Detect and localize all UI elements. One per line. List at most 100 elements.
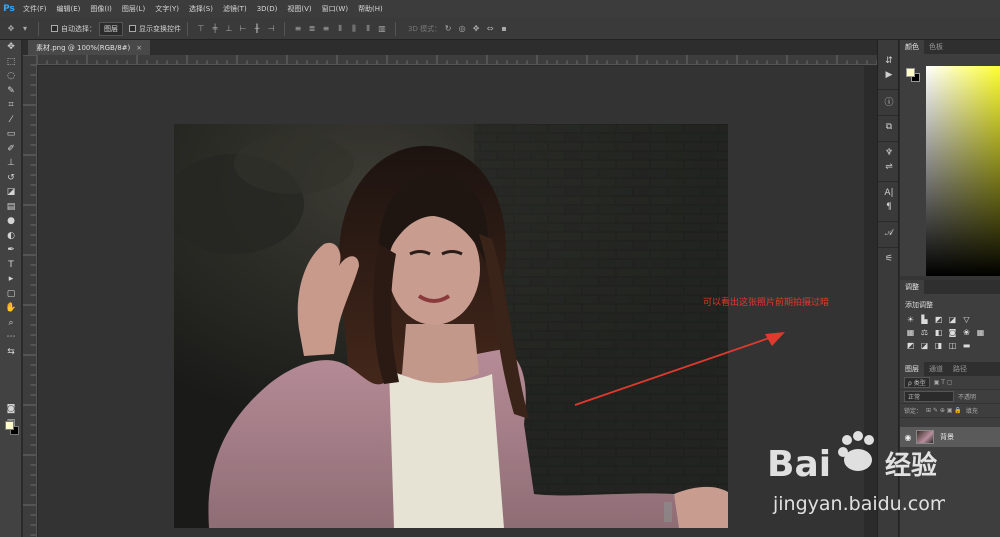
zoom-icon[interactable]: ⌕ [0,316,22,331]
menu-select[interactable]: 选择(S) [184,4,218,14]
menu-image[interactable]: 图像(I) [85,4,117,14]
quick-select-icon[interactable]: ✎ [0,84,22,99]
layer-filter-dropdown[interactable]: ρ 类型 [904,377,930,388]
threshold-icon[interactable]: ◨ [933,341,944,350]
distribute-bottom-icon[interactable]: ≡ [321,24,331,34]
rotate-3d-icon[interactable]: ↻ [443,24,453,34]
exposure-icon[interactable]: ◪ [947,315,958,324]
drag-3d-icon[interactable]: ✥ [471,24,481,34]
history-panel-icon[interactable]: ⇵ [878,54,900,68]
tab-paths[interactable]: 路径 [948,364,972,374]
roll-3d-icon[interactable]: ◎ [457,24,467,34]
clone-source-icon[interactable]: ⧉ [878,120,900,134]
crop-icon[interactable]: ⌗ [0,98,22,113]
move-tool-icon[interactable]: ✥ [6,24,16,34]
brush-presets-icon[interactable]: ♆ [878,146,900,160]
glyphs-panel-icon[interactable]: 𝒜 [878,226,900,240]
tab-color[interactable]: 颜色 [900,40,924,54]
healing-brush-icon[interactable]: ▭ [0,127,22,142]
type-icon[interactable]: T [0,258,22,273]
eye-icon[interactable]: ◉ [900,433,916,442]
tool-presets-icon[interactable]: ⇌ [878,160,900,174]
tab-swatches[interactable]: 色板 [924,42,948,52]
horizontal-ruler[interactable] [37,55,877,65]
dodge-icon[interactable]: ◐ [0,229,22,244]
info-panel-icon[interactable]: ⓘ [878,94,900,108]
properties-panel-icon[interactable]: ⚟ [878,252,900,266]
vibrance-icon[interactable]: ▽ [961,315,972,324]
align-center-icon[interactable]: ╫ [252,24,262,34]
menu-layer[interactable]: 图层(L) [117,4,150,14]
menu-file[interactable]: 文件(F) [18,4,52,14]
align-bottom-icon[interactable]: ⊥ [224,24,234,34]
tab-adjustments[interactable]: 调整 [900,280,924,294]
slide-3d-icon[interactable]: ⇔ [485,24,495,34]
lock-icons[interactable]: ⊞ ✎ ⊕ ▣ 🔒 [926,407,962,414]
vertical-ruler[interactable] [23,55,37,537]
eraser-icon[interactable]: ◪ [0,185,22,200]
document-tab[interactable]: 素材.png @ 100%(RGB/8#) × [28,40,151,55]
curves-icon[interactable]: ◩ [933,315,944,324]
invert-icon[interactable]: ◩ [905,341,916,350]
distribute-middle-icon[interactable]: ≣ [307,24,317,34]
auto-select-checkbox[interactable] [51,25,58,32]
gradient-icon[interactable]: ▤ [0,200,22,215]
align-left-icon[interactable]: ⊢ [238,24,248,34]
menu-edit[interactable]: 编辑(E) [52,4,86,14]
brush-icon[interactable]: ✐ [0,142,22,157]
shape-icon[interactable]: ▢ [0,287,22,302]
tab-layers[interactable]: 图层 [900,362,924,376]
eyedropper-icon[interactable]: ⁄ [0,113,22,128]
quick-mask-icon[interactable]: ◙ [0,402,22,417]
character-panel-icon[interactable]: A| [878,186,900,200]
gradient-map-icon[interactable]: ▬ [961,341,972,350]
color-spectrum[interactable] [926,66,1000,276]
posterize-icon[interactable]: ◪ [919,341,930,350]
move-icon[interactable]: ✥ [0,40,22,55]
panel-foreground-swatch[interactable] [906,68,915,77]
paragraph-panel-icon[interactable]: ¶ [878,200,900,214]
more-tools-icon[interactable]: ⋯ [0,330,22,345]
black-white-icon[interactable]: ◧ [933,328,944,337]
align-middle-icon[interactable]: ╪ [210,24,220,34]
menu-window[interactable]: 窗口(W) [317,4,353,14]
menu-filter[interactable]: 滤镜(T) [218,4,252,14]
tab-channels[interactable]: 通道 [924,364,948,374]
marquee-icon[interactable]: ⬚ [0,55,22,70]
distribute-right-icon[interactable]: ⫴ [363,24,373,34]
lasso-icon[interactable]: ◌ [0,69,22,84]
color-lookup-icon[interactable]: ▦ [975,328,986,337]
layer-row-background[interactable]: ◉ 背景 [900,427,1000,447]
auto-align-icon[interactable]: ▥ [377,24,387,34]
channel-mixer-icon[interactable]: ❀ [961,328,972,337]
blur-icon[interactable]: ● [0,214,22,229]
clone-stamp-icon[interactable]: ⊥ [0,156,22,171]
distribute-left-icon[interactable]: ⫴ [335,24,345,34]
selective-color-icon[interactable]: ◫ [947,341,958,350]
menu-3d[interactable]: 3D(D) [252,5,283,13]
distribute-top-icon[interactable]: ≡ [293,24,303,34]
foreground-color-swatch[interactable] [5,421,14,430]
pen-icon[interactable]: ✒ [0,243,22,258]
path-select-icon[interactable]: ▸ [0,272,22,287]
hand-icon[interactable]: ✋ [0,301,22,316]
close-icon[interactable]: × [136,44,142,52]
blend-mode-dropdown[interactable]: 正常 [904,391,954,402]
chevron-down-icon[interactable]: ▾ [20,24,30,34]
hue-saturation-icon[interactable]: ▦ [905,328,916,337]
filter-pixel-icon[interactable]: ▣ T ▢ [934,379,953,386]
menu-help[interactable]: 帮助(H) [353,4,388,14]
align-right-icon[interactable]: ⊣ [266,24,276,34]
auto-select-dropdown[interactable]: 图层 [99,21,123,36]
photo-filter-icon[interactable]: ◙ [947,328,958,337]
align-top-icon[interactable]: ⊤ [196,24,206,34]
actions-panel-icon[interactable]: ▶ [878,68,900,82]
scale-3d-icon[interactable]: ▪ [499,24,509,34]
levels-icon[interactable]: ▙ [919,315,930,324]
default-colors-icon[interactable]: ⇆ [0,345,22,360]
history-brush-icon[interactable]: ↺ [0,171,22,186]
brightness-icon[interactable]: ☀ [905,315,916,324]
color-balance-icon[interactable]: ⚖ [919,328,930,337]
menu-type[interactable]: 文字(Y) [150,4,184,14]
show-transform-checkbox[interactable] [129,25,136,32]
